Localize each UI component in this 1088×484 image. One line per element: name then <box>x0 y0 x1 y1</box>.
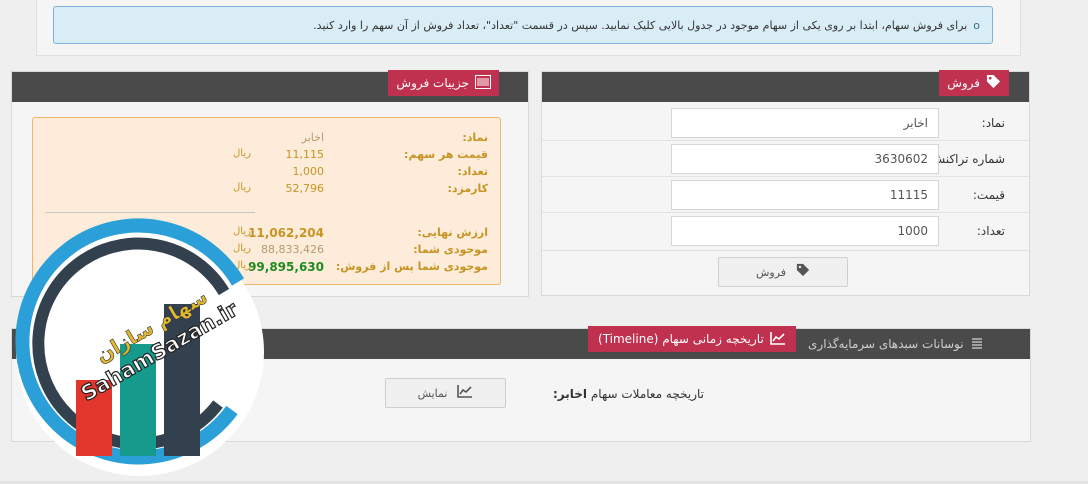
price-field[interactable] <box>671 180 939 210</box>
transaction-field[interactable] <box>671 144 939 174</box>
detail-row-symbol: نماد: اخابر <box>33 131 500 147</box>
sell-button[interactable]: فروش <box>718 257 848 287</box>
show-button-label: نمایش <box>417 386 448 400</box>
detail-row-price: قیمت هر سهم: 11,115 ریال <box>33 148 500 164</box>
count-field[interactable] <box>671 216 939 246</box>
divider <box>542 140 1029 141</box>
chart-icon <box>769 331 786 348</box>
symbol-field[interactable] <box>671 108 939 138</box>
barcode-icon <box>475 74 491 92</box>
sell-panel-tag: فروش <box>939 70 1009 96</box>
symbol-label: نماد: <box>981 116 1005 130</box>
detail-row-count: تعداد: 1,000 <box>33 165 500 181</box>
detail-price-unit: ریال <box>233 148 251 159</box>
detail-symbol-value: اخابر <box>301 131 324 144</box>
form-row-price: قیمت: <box>557 180 1017 210</box>
detail-fee-label: کارمزد: <box>447 182 488 195</box>
timeline-symbol: اخابر: <box>553 387 588 401</box>
form-row-count: تعداد: <box>557 216 1017 246</box>
tab-timeline-label: تاریخچه زمانی سهام (Timeline) <box>598 332 764 346</box>
info-bullet: o <box>973 18 980 32</box>
info-text: برای فروش سهام، ابتدا بر روی یکی از سهام… <box>313 18 968 32</box>
detail-after-label: موجودی شما پس از فروش: <box>335 260 488 273</box>
detail-fee-value: 52,796 <box>285 182 325 195</box>
detail-price-label: قیمت هر سهم: <box>404 148 488 161</box>
detail-symbol-label: نماد: <box>462 131 488 144</box>
detail-price-value: 11,115 <box>285 148 325 161</box>
timeline-label: تاریخچه معاملات سهام اخابر: <box>553 387 704 401</box>
tab-portfolio-volatility[interactable]: نوسانات سبدهای سرمایه‌گذاری <box>808 333 984 355</box>
divider <box>542 250 1029 251</box>
sell-button-label: فروش <box>755 265 787 279</box>
detail-panel-tag: جزییات فروش <box>388 70 499 96</box>
tag-icon <box>796 263 810 281</box>
tag-icon <box>986 74 1001 92</box>
detail-count-value: 1,000 <box>292 165 325 178</box>
detail-count-label: تعداد: <box>457 165 488 178</box>
info-alert: o برای فروش سهام، ابتدا بر روی یکی از سه… <box>53 6 993 44</box>
detail-fee-unit: ریال <box>233 182 251 193</box>
price-label: قیمت: <box>972 188 1005 202</box>
sell-panel: فروش نماد: شماره تراکنش: قیمت: تعداد: فر… <box>541 70 1030 296</box>
count-label: تعداد: <box>976 224 1005 238</box>
tab-timeline[interactable]: تاریخچه زمانی سهام (Timeline) <box>588 326 796 352</box>
sell-panel-title: فروش <box>947 76 980 90</box>
top-panel: o برای فروش سهام، ابتدا بر روی یکی از سه… <box>36 0 1021 56</box>
sahamsazan-logo: سهام سازان SahamSazan.ir <box>0 212 280 484</box>
divider <box>542 176 1029 177</box>
detail-panel-title: جزییات فروش <box>396 76 469 90</box>
tab-portfolio-label: نوسانات سبدهای سرمایه‌گذاری <box>808 337 964 351</box>
detail-row-fee: کارمزد: 52,796 ریال <box>33 182 500 198</box>
chart-icon <box>457 384 473 402</box>
divider <box>542 212 1029 213</box>
detail-final-label: ارزش نهایی: <box>417 226 488 239</box>
form-row-transaction: شماره تراکنش: <box>557 144 1017 174</box>
detail-balance-label: موجودی شما: <box>413 243 488 256</box>
stack-icon <box>970 336 984 353</box>
timeline-label-text: تاریخچه معاملات سهام <box>590 387 704 401</box>
form-row-symbol: نماد: <box>557 108 1017 138</box>
show-button[interactable]: نمایش <box>385 378 506 408</box>
